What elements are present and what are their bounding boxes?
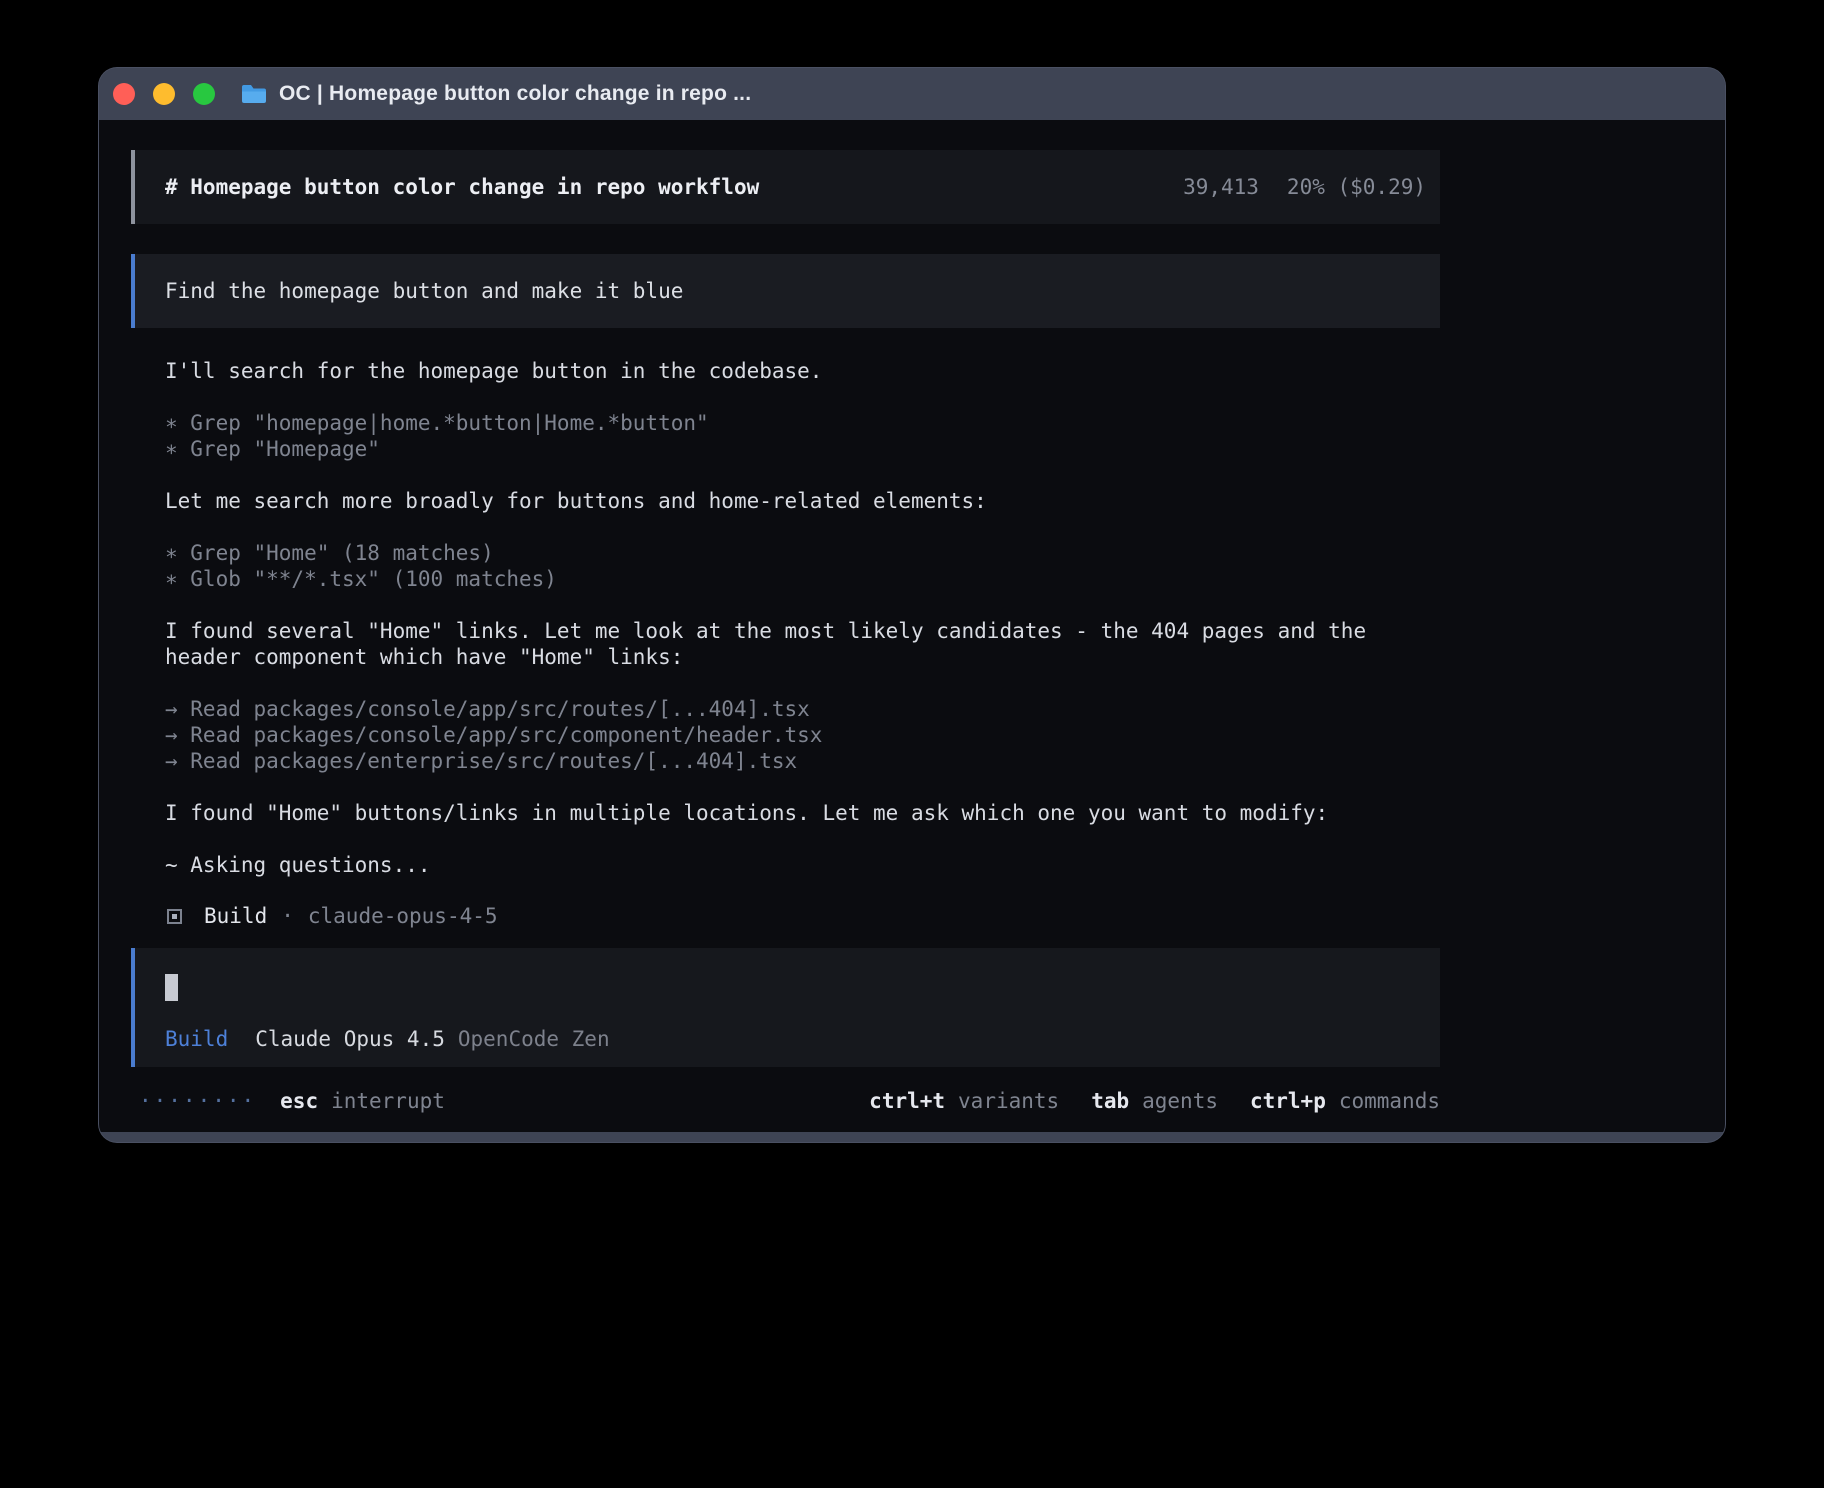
status-footer: ········ esc interrupt ctrl+t variants t… (131, 1089, 1440, 1113)
tool-call-group: ∗ Grep "Home" (18 matches) ∗ Glob "**/*.… (165, 540, 1440, 592)
session-title: # Homepage button color change in repo w… (165, 175, 759, 199)
spinner-dots: ········ (139, 1089, 256, 1113)
hint-label: agents (1142, 1089, 1218, 1113)
hint-variants: ctrl+t variants (869, 1089, 1059, 1113)
assistant-text-block: I found "Home" buttons/links in multiple… (165, 800, 1440, 826)
footer-right: ctrl+t variants tab agents ctrl+p comman… (869, 1089, 1440, 1113)
hint-label: variants (958, 1089, 1059, 1113)
minimize-button[interactable] (153, 83, 175, 105)
close-button[interactable] (113, 83, 135, 105)
assistant-text: Let me search more broadly for buttons a… (165, 488, 1440, 514)
hint-key: tab (1091, 1089, 1129, 1113)
tool-call-read: → Read packages/enterprise/src/routes/[.… (165, 748, 1440, 774)
status-line-block: ~ Asking questions... (165, 852, 1440, 878)
window-title: OC | Homepage button color change in rep… (279, 82, 751, 106)
hint-commands: ctrl+p commands (1250, 1089, 1440, 1113)
asking-questions-status: ~ Asking questions... (165, 852, 1440, 878)
tool-call-group: ∗ Grep "homepage|home.*button|Home.*butt… (165, 410, 1440, 462)
tool-call-grep: ∗ Grep "homepage|home.*button|Home.*butt… (165, 410, 1440, 436)
input-agent-label: Build (165, 1026, 228, 1052)
token-count: 39,413 (1183, 175, 1259, 199)
assistant-text: I found "Home" buttons/links in multiple… (165, 800, 1440, 826)
hint-label: commands (1339, 1089, 1440, 1113)
agent-model: claude-opus-4-5 (308, 904, 498, 928)
interrupt-label: interrupt (331, 1089, 445, 1113)
assistant-text-block: I found several "Home" links. Let me loo… (165, 618, 1440, 670)
assistant-text-block: Let me search more broadly for buttons a… (165, 488, 1440, 514)
hint-key: ctrl+t (869, 1089, 945, 1113)
input-model-label: Claude Opus 4.5 (255, 1026, 445, 1052)
text-cursor (165, 974, 178, 1001)
assistant-text: I'll search for the homepage button in t… (165, 358, 1440, 384)
titlebar[interactable]: OC | Homepage button color change in rep… (99, 68, 1725, 120)
hint-key: ctrl+p (1250, 1089, 1326, 1113)
traffic-lights (113, 83, 215, 105)
session-header: # Homepage button color change in repo w… (131, 150, 1440, 224)
agent-name: Build (204, 904, 267, 928)
tool-call-glob: ∗ Glob "**/*.tsx" (100 matches) (165, 566, 1440, 592)
zoom-button[interactable] (193, 83, 215, 105)
context-stats: 20% ($0.29) (1287, 175, 1426, 199)
tool-call-group: → Read packages/console/app/src/routes/[… (165, 696, 1440, 774)
footer-left: ········ esc interrupt (139, 1089, 445, 1113)
agent-separator: · (281, 904, 294, 928)
session-stats: 39,413 20% ($0.29) (1183, 175, 1426, 199)
user-message-text: Find the homepage button and make it blu… (165, 279, 683, 303)
user-message: Find the homepage button and make it blu… (131, 254, 1440, 328)
esc-key: esc (280, 1089, 318, 1113)
prompt-input[interactable]: Build Claude Opus 4.5 OpenCode Zen (131, 948, 1440, 1067)
agent-badge-icon (167, 909, 182, 924)
assistant-text: I found several "Home" links. Let me loo… (165, 618, 1440, 670)
input-meta-row: Build Claude Opus 4.5 OpenCode Zen (165, 1026, 1410, 1052)
tool-call-read: → Read packages/console/app/src/componen… (165, 722, 1440, 748)
folder-icon (241, 83, 267, 105)
input-provider-label: OpenCode Zen (458, 1026, 610, 1052)
tool-call-grep: ∗ Grep "Home" (18 matches) (165, 540, 1440, 566)
assistant-text-block: I'll search for the homepage button in t… (165, 358, 1440, 384)
transcript: I'll search for the homepage button in t… (131, 358, 1440, 928)
tool-call-read: → Read packages/console/app/src/routes/[… (165, 696, 1440, 722)
hint-agents: tab agents (1091, 1089, 1218, 1113)
agent-status-row: Build · claude-opus-4-5 (165, 904, 1440, 928)
tool-call-grep: ∗ Grep "Homepage" (165, 436, 1440, 462)
terminal-content: # Homepage button color change in repo w… (99, 120, 1725, 1132)
terminal-window: OC | Homepage button color change in rep… (99, 68, 1725, 1142)
